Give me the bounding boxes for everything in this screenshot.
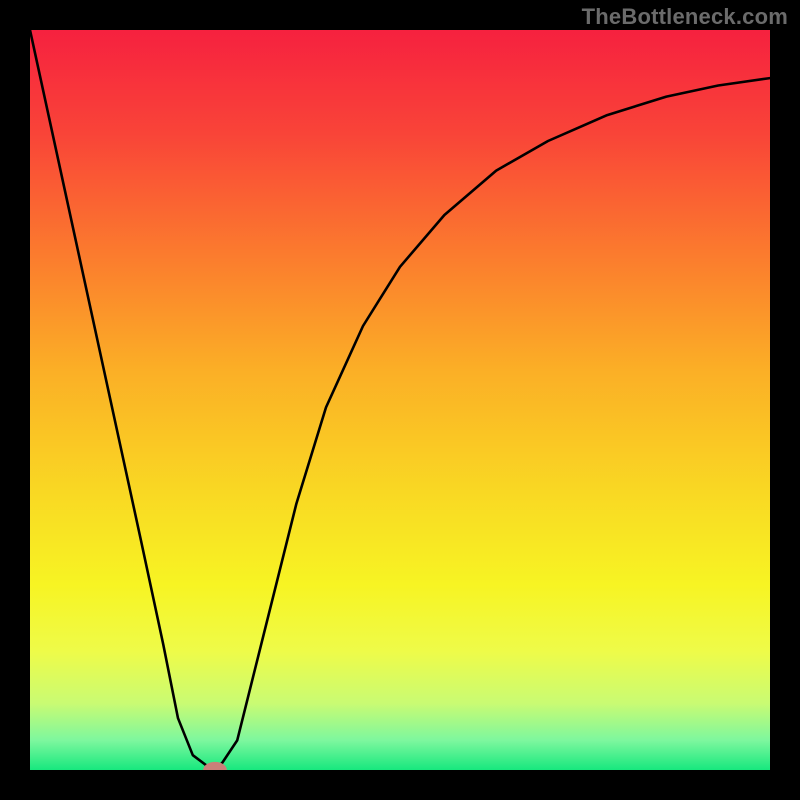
watermark-text: TheBottleneck.com (582, 4, 788, 30)
chart-svg (30, 30, 770, 770)
chart-background (30, 30, 770, 770)
chart-frame: TheBottleneck.com (0, 0, 800, 800)
